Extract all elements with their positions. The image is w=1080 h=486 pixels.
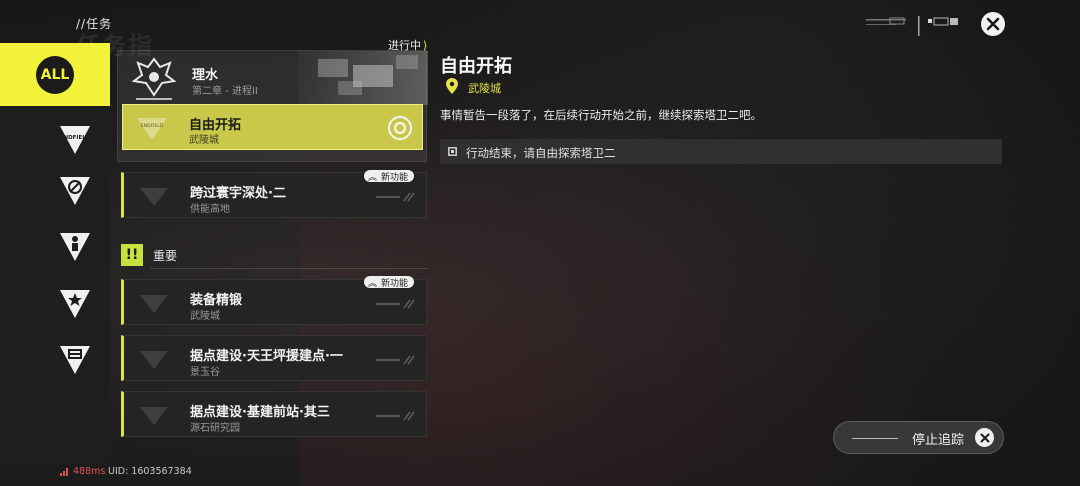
emblem-caption: ENDFIELD — [141, 123, 164, 129]
new-feature-label: 新功能 — [381, 278, 409, 289]
quest-location: 源石研究园 — [190, 423, 240, 434]
objective-checkbox-icon — [448, 147, 457, 156]
detail-location: 武陵城 — [468, 82, 501, 95]
quest-tag-icon — [376, 411, 415, 421]
new-feature-label: 新功能 — [381, 172, 409, 183]
quest-emblem-icon — [140, 188, 168, 206]
double-chevron-up-icon: ︽ — [368, 172, 378, 183]
close-icon — [980, 433, 989, 442]
person-triangle-icon[interactable] — [56, 228, 94, 266]
detail-title: 自由开拓 — [440, 56, 512, 77]
sidebar-item-all[interactable]: ALL — [0, 43, 110, 106]
main-quest-chapter: 第二章 - 进程II — [192, 86, 258, 97]
main-quest-title: 理水 — [192, 68, 219, 83]
quest-tag-icon — [376, 192, 415, 202]
stop-tracking-label: 停止追踪 — [912, 433, 965, 448]
user-id: UID: 1603567384 — [108, 466, 192, 477]
quest-emblem-icon — [140, 407, 168, 425]
close-button[interactable] — [981, 12, 1005, 36]
quest-tag-icon — [376, 355, 415, 365]
quest-location: 供能高地 — [190, 204, 230, 215]
objective-text: 行动结束，请自由探索塔卫二 — [466, 146, 616, 160]
double-chevron-up-icon: ︽ — [368, 278, 378, 289]
signal-icon — [60, 468, 68, 476]
quest-item[interactable]: 据点建设·基建前站·其三 源石研究园 — [121, 391, 427, 437]
quest-map-thumbnail — [298, 51, 428, 105]
quest-title: 据点建设·天王坪援建点·一 — [190, 349, 343, 364]
section-divider — [150, 268, 427, 269]
endfield-label: ENDFIELD — [60, 135, 91, 141]
active-quest-location: 武陵城 — [189, 135, 219, 146]
star-triangle-icon[interactable] — [56, 285, 94, 323]
quest-tag-icon — [376, 299, 415, 309]
detail-description: 事情暂告一段落了，在后续行动开始之前，继续探索塔卫二吧。 — [440, 108, 762, 122]
hud-decoration-icon — [866, 16, 958, 36]
compass-triangle-icon[interactable] — [56, 172, 94, 210]
page-title: //任务 — [76, 17, 113, 31]
quest-emblem-icon — [140, 351, 168, 369]
important-icon: !! — [121, 244, 143, 266]
endfield-emblem-icon: ENDFIELD — [137, 118, 167, 140]
stop-tracking-close[interactable] — [975, 428, 994, 447]
map-thumbnail-icon — [318, 55, 418, 95]
endfield-v-icon[interactable]: ENDFIELD — [56, 121, 94, 159]
ping-readout: 488ms — [73, 466, 106, 477]
tracking-line-icon — [852, 438, 898, 439]
tracking-target-icon[interactable] — [387, 115, 413, 141]
quest-title: 跨过寰宇深处·二 — [190, 186, 286, 201]
quest-location: 景玉谷 — [190, 367, 220, 378]
new-feature-badge: ︽ 新功能 — [364, 276, 415, 289]
quest-emblem-icon — [140, 295, 168, 313]
close-icon — [986, 17, 1000, 31]
important-section-label: 重要 — [153, 249, 178, 263]
quest-title: 据点建设·基建前站·其三 — [190, 405, 330, 420]
quest-title: 装备精锻 — [190, 293, 243, 308]
location-pin-icon — [446, 78, 458, 94]
box-triangle-icon[interactable] — [56, 341, 94, 379]
active-quest-card[interactable]: ENDFIELD 自由开拓 武陵城 — [122, 104, 423, 150]
quest-item[interactable]: 据点建设·天王坪援建点·一 景玉谷 — [121, 335, 427, 381]
sidebar-item-all-label: ALL — [36, 55, 74, 94]
faction-emblem-icon — [131, 57, 177, 100]
new-feature-badge: ︽ 新功能 — [364, 170, 415, 183]
quest-location: 武陵城 — [190, 311, 220, 322]
